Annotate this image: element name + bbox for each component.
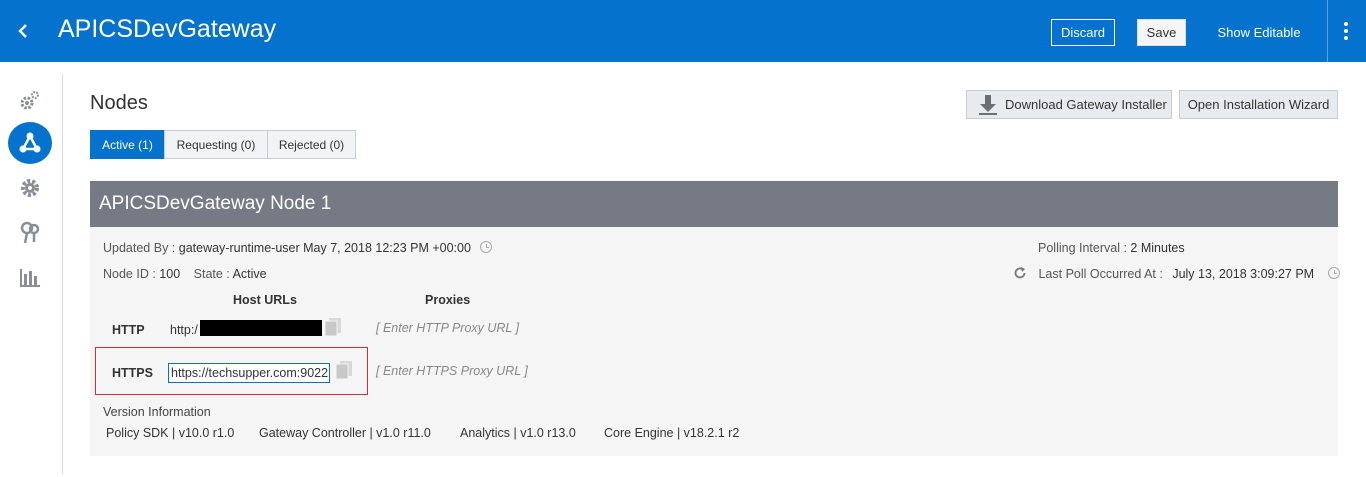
top-bar: APICSDevGateway Discard Save Show Editab… xyxy=(0,0,1366,62)
polling-value: 2 Minutes xyxy=(1130,241,1185,255)
node-id-state: Node ID : 100 State : Active xyxy=(103,267,267,281)
node-title: APICSDevGateway Node 1 xyxy=(90,181,1338,227)
polling-label: Polling Interval : xyxy=(1038,241,1127,255)
node-id-label: Node ID : xyxy=(103,267,156,281)
https-label: HTTPS xyxy=(112,366,153,380)
download-icon xyxy=(979,94,997,115)
page-title: Nodes xyxy=(90,92,148,114)
download-installer-button[interactable]: Download Gateway Installer xyxy=(966,90,1172,119)
polling-interval: Polling Interval : 2 Minutes xyxy=(1038,241,1185,255)
tab-requesting[interactable]: Requesting (0) xyxy=(164,130,268,159)
discard-button[interactable]: Discard xyxy=(1051,19,1115,46)
download-installer-label: Download Gateway Installer xyxy=(1005,97,1167,112)
http-proxy-input[interactable]: [ Enter HTTP Proxy URL ] xyxy=(376,321,519,335)
https-proxy-input[interactable]: [ Enter HTTPS Proxy URL ] xyxy=(376,364,528,378)
sidebar-item-nodes[interactable] xyxy=(8,122,52,164)
redacted-url xyxy=(200,320,322,336)
sidebar-item-settings[interactable] xyxy=(8,168,52,208)
copy-icon[interactable] xyxy=(324,317,342,337)
more-menu-icon[interactable] xyxy=(1336,16,1356,46)
show-editable-button[interactable]: Show Editable xyxy=(1212,19,1306,46)
tab-active[interactable]: Active (1) xyxy=(90,130,165,159)
host-urls-header: Host URLs xyxy=(233,293,297,307)
node-panel: APICSDevGateway Node 1 xyxy=(90,181,1338,456)
save-button[interactable]: Save xyxy=(1137,19,1186,46)
installation-wizard-button[interactable]: Open Installation Wizard xyxy=(1179,90,1338,119)
tab-rejected[interactable]: Rejected (0) xyxy=(267,130,356,159)
clock-icon xyxy=(480,241,493,253)
keys-icon xyxy=(20,221,40,244)
sidebar-item-general[interactable] xyxy=(8,80,52,120)
state-value: Active xyxy=(232,267,267,281)
chevron-left-icon xyxy=(18,24,27,38)
app-title: APICSDevGateway xyxy=(58,15,277,43)
updated-by: Updated By : gateway-runtime-user May 7,… xyxy=(103,241,493,255)
last-poll-label: Last Poll Occurred At : xyxy=(1038,267,1163,281)
updated-by-value: gateway-runtime-user May 7, 2018 12:23 P… xyxy=(178,241,471,255)
version-gateway-controller: Gateway Controller | v1.0 r11.0 xyxy=(259,426,431,440)
version-analytics: Analytics | v1.0 r13.0 xyxy=(460,426,576,440)
node-id-value: 100 xyxy=(159,267,181,281)
last-poll-value: July 13, 2018 3:09:27 PM xyxy=(1172,267,1315,281)
version-core-engine: Core Engine | v18.2.1 r2 xyxy=(604,426,740,440)
version-information-title: Version Information xyxy=(103,405,211,419)
updated-by-label: Updated By : xyxy=(103,241,176,255)
refresh-icon[interactable] xyxy=(1013,266,1027,280)
sidebar-divider xyxy=(62,74,63,474)
clock-icon xyxy=(1327,267,1340,279)
back-button[interactable] xyxy=(0,0,46,62)
settings-icon xyxy=(21,179,39,197)
nodes-icon xyxy=(19,132,41,153)
sidebar-item-analytics[interactable] xyxy=(8,258,52,298)
version-policy-sdk: Policy SDK | v10.0 r1.0 xyxy=(106,426,235,440)
last-poll: Last Poll Occurred At : July 13, 2018 3:… xyxy=(1013,266,1340,281)
analytics-icon xyxy=(20,269,40,287)
proxies-header: Proxies xyxy=(425,293,471,307)
http-label: HTTP xyxy=(112,323,145,337)
copy-icon[interactable] xyxy=(335,360,353,380)
https-url-field[interactable]: https://techsupper.com:9022 xyxy=(168,363,330,383)
sidebar-item-keys[interactable] xyxy=(8,213,52,253)
divider xyxy=(1327,0,1328,62)
gears-icon xyxy=(20,91,39,110)
node-tabs: Active (1) Requesting (0) Rejected (0) xyxy=(90,130,356,159)
state-label: State : xyxy=(193,267,230,281)
http-url[interactable]: http:/ xyxy=(170,323,198,337)
